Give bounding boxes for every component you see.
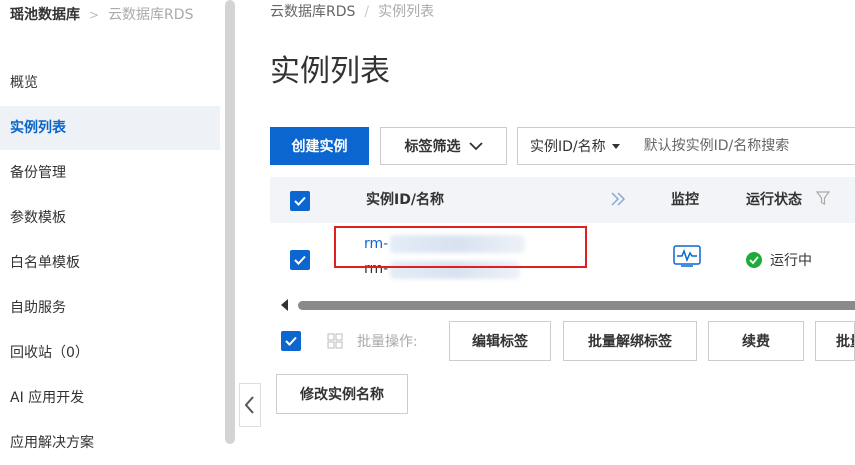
search-input[interactable] (631, 128, 842, 164)
sidebar-item-backup[interactable]: 备份管理 (0, 151, 220, 195)
bulk-select-checkbox[interactable] (281, 331, 301, 351)
status-badge: 运行中 (746, 250, 812, 270)
annotation-highlight-box (334, 226, 587, 268)
check-icon (294, 196, 306, 206)
renew-button[interactable]: 续费 (708, 321, 804, 361)
column-header-id-name: 实例ID/名称 (366, 192, 444, 208)
filter-icon[interactable] (815, 178, 831, 224)
sidebar-scrollbar[interactable] (225, 0, 235, 444)
breadcrumb-current: 实例列表 (378, 4, 435, 20)
page-title: 实例列表 (270, 54, 390, 89)
breadcrumb-root[interactable]: 云数据库RDS (270, 4, 355, 20)
horizontal-scrollbar[interactable] (280, 298, 855, 312)
status-text: 运行中 (770, 253, 812, 269)
sidebar-item-overview[interactable]: 概览 (0, 61, 220, 105)
expand-columns-icon[interactable] (610, 179, 626, 225)
sidebar-item-whitelist-template[interactable]: 白名单模板 (0, 241, 220, 285)
create-instance-button[interactable]: 创建实例 (270, 127, 369, 165)
chevron-left-icon (244, 396, 254, 414)
edit-tags-button[interactable]: 编辑标签 (449, 321, 551, 361)
sidebar-item-ai-dev[interactable]: AI 应用开发 (0, 376, 220, 420)
sidebar-item-recycle-bin[interactable]: 回收站（0） (0, 331, 220, 375)
sidebar-collapse-button[interactable] (239, 383, 261, 427)
chevron-down-icon (468, 142, 483, 151)
column-header-monitor: 监控 (671, 192, 699, 208)
breadcrumb-separator: > (89, 8, 100, 22)
sidebar-item-instance-list[interactable]: 实例列表 (0, 106, 220, 150)
row-checkbox[interactable] (290, 250, 310, 270)
grid-icon (327, 333, 343, 349)
sidebar-item-param-template[interactable]: 参数模板 (0, 196, 220, 240)
search-field-select[interactable]: 实例ID/名称 (518, 128, 632, 164)
monitor-icon[interactable] (673, 245, 701, 271)
breadcrumb-separator: / (364, 4, 370, 20)
select-all-checkbox[interactable] (290, 191, 310, 211)
batch-unbind-tags-button[interactable]: 批量解绑标签 (563, 321, 697, 361)
tag-filter-label: 标签筛选 (404, 139, 461, 155)
scrollbar-thumb[interactable] (298, 301, 855, 310)
tag-filter-button[interactable]: 标签筛选 (380, 127, 507, 165)
check-icon (294, 255, 306, 265)
success-check-icon (746, 252, 762, 268)
sidebar-item-solutions[interactable]: 应用解决方案 (0, 421, 220, 465)
sidebar-item-self-service[interactable]: 自助服务 (0, 286, 220, 330)
breadcrumb: 云数据库RDS / 实例列表 (270, 1, 434, 21)
caret-down-icon (611, 143, 620, 149)
sidebar: 瑶池数据库 > 云数据库RDS 概览 实例列表 备份管理 参数模板 白名单模板 自助… (0, 0, 222, 451)
product-title[interactable]: 瑶池数据库 (10, 7, 80, 23)
table-header: 实例ID/名称 监控 运行状态 (270, 177, 855, 223)
check-icon (285, 336, 297, 346)
sidebar-header: 瑶池数据库 > 云数据库RDS (10, 4, 193, 24)
search-box: 实例ID/名称 (517, 127, 855, 165)
scroll-left-icon[interactable] (280, 298, 290, 312)
search-field-label: 实例ID/名称 (530, 139, 606, 155)
column-header-status: 运行状态 (746, 192, 802, 208)
rename-instance-button[interactable]: 修改实例名称 (276, 374, 408, 414)
batch-more-button[interactable]: 批量 (815, 321, 855, 361)
product-subtitle[interactable]: 云数据库RDS (108, 7, 193, 23)
bulk-actions-label: 批量操作: (357, 334, 418, 350)
